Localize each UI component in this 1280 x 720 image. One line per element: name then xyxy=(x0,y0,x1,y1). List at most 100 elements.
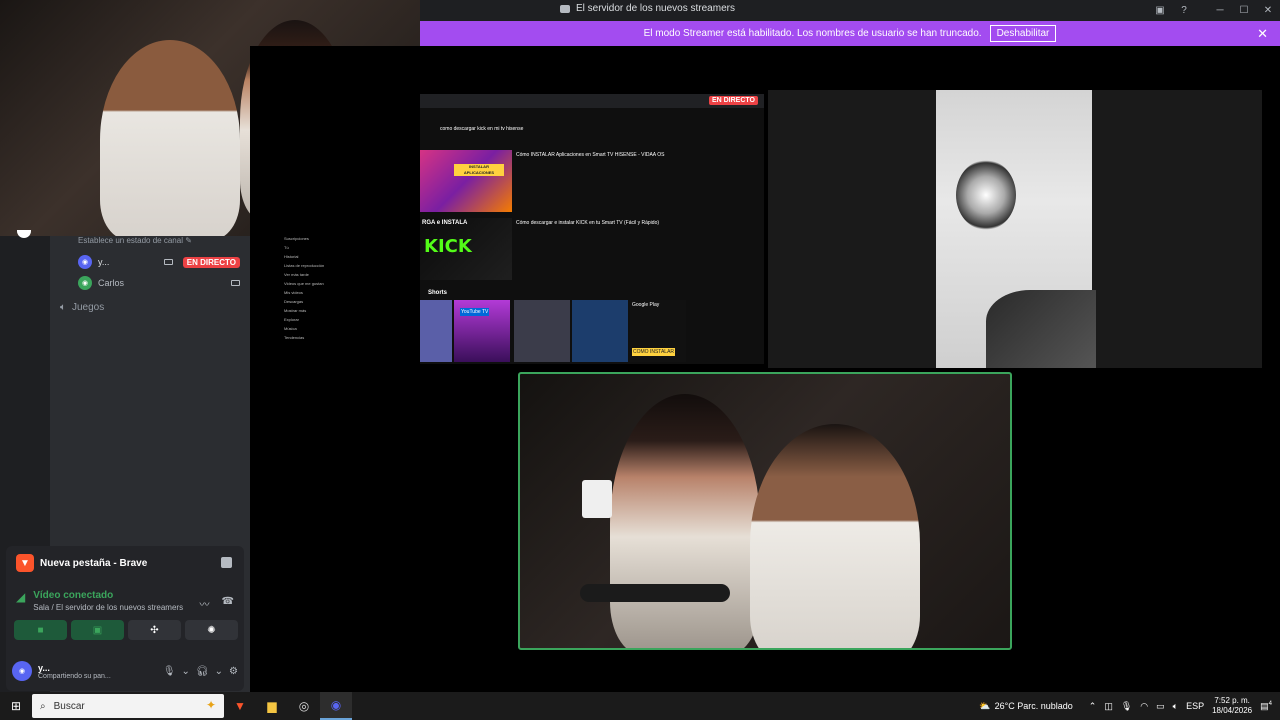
voice-connection-status: ◢ Vídeo conectado Sala / El servidor de … xyxy=(16,590,183,612)
short-thumbnail xyxy=(420,300,452,362)
windows-start-icon[interactable]: ⊞ xyxy=(0,692,32,720)
channel-name: Juegos xyxy=(72,302,105,313)
soundboard-button[interactable]: ✺ xyxy=(185,620,238,640)
activities-icon: ✣ xyxy=(150,624,159,636)
camera-feed xyxy=(936,90,1096,368)
signal-icon: ◢ xyxy=(16,590,26,604)
yt-menu-item: Listas de reproducción xyxy=(284,263,325,268)
camera-icon xyxy=(163,259,173,265)
yt-menu-item: Tú xyxy=(284,245,289,250)
taskbar: ⊞ ⌕ Buscar ✦ ▼ ▆ ◎ ◉ ⛅ 26°C Parc. nublad… xyxy=(0,692,1280,720)
disable-streamer-mode-button[interactable]: Deshabilitar xyxy=(989,25,1057,42)
notification-count: 4 xyxy=(1268,700,1272,707)
camera-subject xyxy=(986,290,1096,368)
shorts-heading: Shorts xyxy=(428,290,448,296)
short-thumbnail xyxy=(514,300,570,362)
connection-status[interactable]: Vídeo conectado xyxy=(33,590,183,601)
voice-user-row[interactable]: ◉ y... EN DIRECTO xyxy=(78,255,240,269)
yt-menu-item: Videos que me gustan xyxy=(284,281,324,286)
server-icon[interactable] xyxy=(17,230,31,238)
maximize-button[interactable]: ☐ xyxy=(1232,0,1256,21)
yt-menu-item: Ver más tarde xyxy=(284,272,309,277)
thumbnail-big-text: KICK xyxy=(424,236,472,257)
volume-icon[interactable]: 🔈︎ xyxy=(1173,701,1178,712)
video-title: Cómo INSTALAR Aplicaciones en Smart TV H… xyxy=(516,152,665,158)
chevron-up-icon[interactable]: ⌃ xyxy=(1089,701,1097,712)
user-activity: Compartiendo su pan... xyxy=(38,672,111,680)
short-text: Google Play xyxy=(632,302,660,308)
stop-stream-icon[interactable] xyxy=(221,557,232,568)
search-placeholder: Buscar xyxy=(53,700,85,712)
headphones-icon[interactable]: 🎧︎ xyxy=(196,666,209,677)
short-text: COMO INSTALAR xyxy=(632,348,676,356)
voice-user-row[interactable]: ◉ Carlos xyxy=(78,276,240,290)
help-icon[interactable]: ? xyxy=(1172,0,1196,21)
noise-suppression-icon[interactable]: 〰 xyxy=(200,596,210,611)
discord-taskbar-icon[interactable]: ◉ xyxy=(320,692,352,720)
voice-user-name: y... xyxy=(98,257,110,267)
channel-status-hint[interactable]: Establece un estado de canal ✎ xyxy=(78,236,192,245)
network-icon[interactable]: ▭ xyxy=(1156,701,1165,712)
short-thumbnail: YouTube TV xyxy=(454,300,510,362)
weather-widget[interactable]: ⛅ 26°C Parc. nublado xyxy=(979,701,1072,712)
activities-button[interactable]: ✣ xyxy=(128,620,181,640)
window-title: El servidor de los nuevos streamers xyxy=(560,3,735,14)
active-speaker-video-tile[interactable] xyxy=(518,372,1012,650)
short-thumbnail xyxy=(572,300,628,362)
thumbnail-text: INSTALAR APLICACIONES xyxy=(454,164,504,176)
screen-icon[interactable]: ▣ xyxy=(1148,0,1172,21)
wifi-icon[interactable]: ◠ xyxy=(1140,701,1148,712)
video-stage: Suscripciones Tú Historial Listas de rep… xyxy=(250,46,1280,692)
close-button[interactable]: ✕ xyxy=(1256,0,1280,21)
yt-menu-item: Descargas xyxy=(284,299,304,304)
taskbar-search[interactable]: ⌕ Buscar ✦ xyxy=(32,694,224,718)
notification-icon[interactable]: ▤4 xyxy=(1260,701,1272,712)
user-panel: ◉ y... Compartiendo su pan... 🎙︎ ⌄ 🎧︎ ⌄ … xyxy=(12,656,238,686)
clock-date: 18/04/2026 xyxy=(1212,706,1253,715)
settings-gear-icon[interactable]: ⚙ xyxy=(229,666,238,677)
disconnect-icon[interactable]: ☎ xyxy=(222,596,234,611)
voice-user-name: Carlos xyxy=(98,278,125,288)
microphone xyxy=(580,584,730,602)
obs-icon[interactable]: ◎ xyxy=(288,692,320,720)
brave-taskbar-icon[interactable]: ▼ xyxy=(224,692,256,720)
microphone-icon[interactable]: 🎙︎ xyxy=(163,666,176,677)
shared-yt-sidebar: Suscripciones Tú Historial Listas de rep… xyxy=(270,236,410,364)
stream-source: ▼ Nueva pestaña - Brave xyxy=(16,554,147,572)
clock[interactable]: 7:52 p. m. 18/04/2026 xyxy=(1212,696,1252,716)
live-badge: EN DIRECTO xyxy=(182,256,240,268)
camera-glare xyxy=(956,160,1016,230)
short-text: YouTube TV xyxy=(460,308,490,316)
voice-channel-juegos[interactable]: 🔈︎ Juegos xyxy=(60,302,104,313)
participant-video-tile[interactable] xyxy=(768,90,1262,368)
search-icon: ⌕ xyxy=(40,700,46,712)
connection-location[interactable]: Sala / El servidor de los nuevos streame… xyxy=(33,603,183,612)
screen-share-button[interactable]: ▣ xyxy=(71,620,124,640)
shared-search-query: como descargar kick en mi tv hisense xyxy=(440,126,524,132)
brave-icon: ▼ xyxy=(16,554,34,572)
thumbnail-text: RGA e INSTALA xyxy=(422,220,468,226)
avatar[interactable]: ◉ xyxy=(12,661,32,681)
banner-message: El modo Streamer está habilitado. Los no… xyxy=(643,28,982,39)
title-bar: El servidor de los nuevos streamers ▣ ? … xyxy=(420,0,1280,21)
chevron-down-icon[interactable]: ⌄ xyxy=(182,666,190,677)
microphone-icon[interactable]: 🎙︎ xyxy=(1121,701,1132,712)
file-explorer-icon[interactable]: ▆ xyxy=(256,692,288,720)
camera-button[interactable]: ■ xyxy=(14,620,67,640)
yt-menu-item: Mostrar más xyxy=(284,308,307,313)
chevron-down-icon[interactable]: ⌄ xyxy=(215,666,223,677)
close-banner-icon[interactable]: ✕ xyxy=(1257,26,1268,42)
language-indicator[interactable]: ESP xyxy=(1186,701,1204,711)
stream-source-title: Nueva pestaña - Brave xyxy=(40,557,148,569)
yt-menu-item: Mis videos xyxy=(284,290,303,295)
minimize-button[interactable]: ─ xyxy=(1208,0,1232,21)
video-thumbnail: INSTALAR APLICACIONES xyxy=(420,150,512,212)
camera-icon xyxy=(231,280,240,286)
short-thumbnail: Google Play COMO INSTALAR xyxy=(630,300,686,362)
weather-text: 26°C Parc. nublado xyxy=(994,701,1073,711)
soundboard-icon: ✺ xyxy=(207,624,216,636)
screen-share-tile[interactable]: EN DIRECTO como descargar kick en mi tv … xyxy=(420,94,764,364)
webcam-icon[interactable]: ◫ xyxy=(1104,701,1113,712)
sparkle-icon: ✦ xyxy=(205,698,216,712)
camera-icon: ■ xyxy=(37,624,44,636)
